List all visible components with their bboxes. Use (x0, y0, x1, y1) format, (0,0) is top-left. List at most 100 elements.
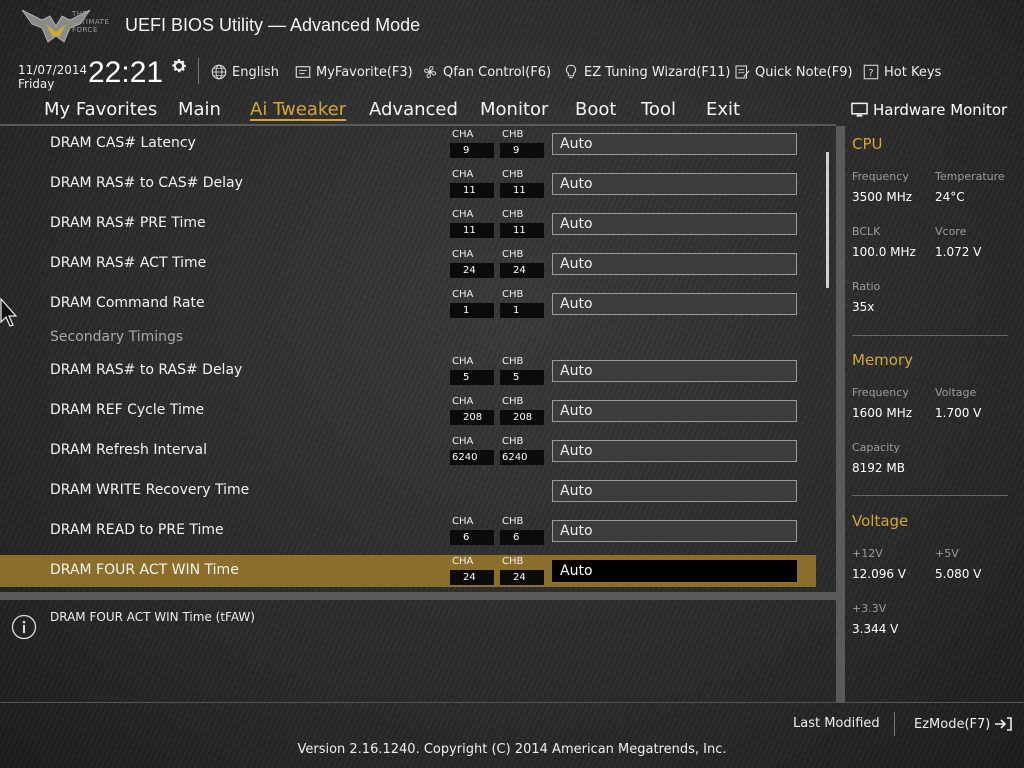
channel-a-value: CHA 6 (450, 515, 494, 545)
setting-value-input[interactable]: Auto (552, 293, 797, 315)
channel-b-number: 6 (500, 530, 544, 545)
channel-b-tag: CHB (502, 129, 524, 140)
tab-exit[interactable]: Exit (706, 99, 740, 120)
hot-keys-button[interactable]: ? Hot Keys (862, 63, 941, 81)
hot-keys-label: Hot Keys (884, 64, 942, 80)
voltage-heading: Voltage (852, 512, 909, 530)
channel-b-value: CHB 1 (500, 288, 544, 318)
channel-b-number: 11 (500, 223, 544, 238)
setting-row-four-act-win-time[interactable]: DRAM FOUR ACT WIN Time CHA 24 CHB 24 Auto (0, 555, 816, 587)
header: THE ULTIMATE FORCE UEFI BIOS Utility — A… (0, 0, 1024, 96)
channel-a-value: CHA 24 (450, 555, 494, 585)
setting-label: DRAM FOUR ACT WIN Time (50, 562, 239, 578)
setting-value-input[interactable]: Auto (552, 560, 797, 582)
setting-value-input[interactable]: Auto (552, 520, 797, 542)
channel-b-value: CHB 9 (500, 128, 544, 158)
v5-value: 5.080 V (935, 567, 982, 581)
channel-a-number: 24 (450, 570, 494, 585)
setting-value-input[interactable]: Auto (552, 213, 797, 235)
cpu-heading: CPU (852, 135, 883, 153)
setting-value-input[interactable]: Auto (552, 400, 797, 422)
memory-frequency-value: 1600 MHz (852, 406, 913, 420)
setting-row-ref-cycle-time[interactable]: DRAM REF Cycle Time CHA 208 CHB 208 Auto (0, 395, 816, 427)
channel-b-number: 5 (500, 370, 544, 385)
channel-b-value: CHB 24 (500, 248, 544, 278)
channel-a-number: 11 (450, 223, 494, 238)
channel-a-number: 9 (450, 143, 494, 158)
my-favorite-button[interactable]: MyFavorite(F3) (294, 63, 413, 81)
channel-b-number: 24 (500, 570, 544, 585)
date-text: 11/07/2014 (18, 63, 88, 77)
day-text: Friday (18, 77, 55, 91)
ratio-value: 35x (852, 300, 875, 314)
fan-icon (424, 66, 436, 78)
setting-row-command-rate[interactable]: DRAM Command Rate CHA 1 CHB 1 Auto (0, 288, 816, 320)
setting-row-write-recovery-time[interactable]: DRAM WRITE Recovery Time Auto (0, 475, 816, 507)
note-icon (735, 65, 750, 79)
ez-tuning-wizard-button[interactable]: EZ Tuning Wizard(F11) (562, 63, 730, 81)
setting-value-input[interactable]: Auto (552, 440, 797, 462)
tab-advanced[interactable]: Advanced (369, 99, 458, 120)
language-label: English (232, 64, 279, 80)
setting-row-refresh-interval[interactable]: DRAM Refresh Interval CHA 6240 CHB 6240 Au… (0, 435, 816, 467)
setting-label: DRAM Command Rate (50, 295, 205, 311)
tab-my-favorites[interactable]: My Favorites (44, 99, 157, 120)
tab-main[interactable]: Main (178, 99, 221, 120)
setting-label: DRAM READ to PRE Time (50, 522, 224, 538)
tab-boot[interactable]: Boot (575, 99, 616, 120)
header-separator (198, 58, 199, 84)
channel-a-value: CHA 11 (450, 168, 494, 198)
setting-value-input[interactable]: Auto (552, 133, 797, 155)
vcore-value: 1.072 V (935, 245, 982, 259)
setting-row-ras-to-cas-delay[interactable]: DRAM RAS# to CAS# Delay CHA 11 CHB 11 Auto (0, 168, 816, 200)
setting-value-input[interactable]: Auto (552, 480, 797, 502)
logo-text: THE ULTIMATE FORCE (72, 10, 109, 34)
setting-value-input[interactable]: Auto (552, 253, 797, 275)
channel-b-tag: CHB (502, 436, 524, 447)
gear-icon[interactable] (170, 57, 188, 75)
tab-monitor[interactable]: Monitor (480, 99, 548, 120)
channel-a-value: CHA 11 (450, 208, 494, 238)
memory-separator (852, 495, 1008, 496)
clock-display: 22:21 (88, 56, 164, 89)
last-modified-button[interactable]: Last Modified (793, 716, 880, 731)
tab-tool[interactable]: Tool (641, 99, 676, 120)
channel-b-value: CHB 6 (500, 515, 544, 545)
channel-b-number: 1 (500, 303, 544, 318)
settings-scrollbar[interactable] (826, 152, 829, 288)
ez-mode-button[interactable]: EzMode(F7) (914, 716, 1013, 732)
mouse-cursor-icon (0, 298, 18, 327)
channel-b-number: 11 (500, 183, 544, 198)
secondary-timings-heading: Secondary Timings (50, 329, 184, 345)
v33-value: 3.344 V (852, 622, 899, 636)
cpu-temperature-value: 24°C (935, 190, 965, 204)
channel-b-value: CHB 5 (500, 355, 544, 385)
channel-a-tag: CHA (452, 436, 474, 447)
ratio-label: Ratio (852, 280, 881, 293)
channel-b-value: CHB 24 (500, 555, 544, 585)
memory-voltage-value: 1.700 V (935, 406, 982, 420)
channel-b-tag: CHB (502, 209, 524, 220)
logo-line-1: THE (72, 10, 88, 18)
quick-note-button[interactable]: Quick Note(F9) (733, 63, 853, 81)
setting-value-input[interactable]: Auto (552, 360, 797, 382)
cpu-temperature-label: Temperature (935, 170, 1005, 183)
setting-row-cas-latency[interactable]: DRAM CAS# Latency CHA 9 CHB 9 Auto (0, 128, 816, 160)
setting-row-ras-to-ras-delay[interactable]: DRAM RAS# to RAS# Delay CHA 5 CHB 5 Auto (0, 355, 816, 387)
setting-row-read-to-pre-time[interactable]: DRAM READ to PRE Time CHA 6 CHB 6 Auto (0, 515, 816, 547)
channel-a-number: 11 (450, 183, 494, 198)
my-favorite-label: MyFavorite(F3) (316, 64, 413, 80)
channel-b-tag: CHB (502, 356, 524, 367)
language-button[interactable]: English (210, 63, 279, 81)
info-icon (11, 614, 37, 640)
channel-b-value: CHB 6240 (500, 435, 544, 465)
setting-row-ras-act-time[interactable]: DRAM RAS# ACT Time CHA 24 CHB 24 Auto (0, 248, 816, 280)
setting-label: DRAM REF Cycle Time (50, 402, 205, 418)
channel-b-tag: CHB (502, 249, 524, 260)
tab-ai-tweaker[interactable]: Ai Tweaker (250, 99, 346, 120)
setting-value-input[interactable]: Auto (552, 173, 797, 195)
qfan-control-button[interactable]: Qfan Control(F6) (421, 63, 551, 81)
setting-label: DRAM WRITE Recovery Time (50, 482, 250, 498)
setting-row-ras-pre-time[interactable]: DRAM RAS# PRE Time CHA 11 CHB 11 Auto (0, 208, 816, 240)
channel-a-tag: CHA (452, 396, 474, 407)
